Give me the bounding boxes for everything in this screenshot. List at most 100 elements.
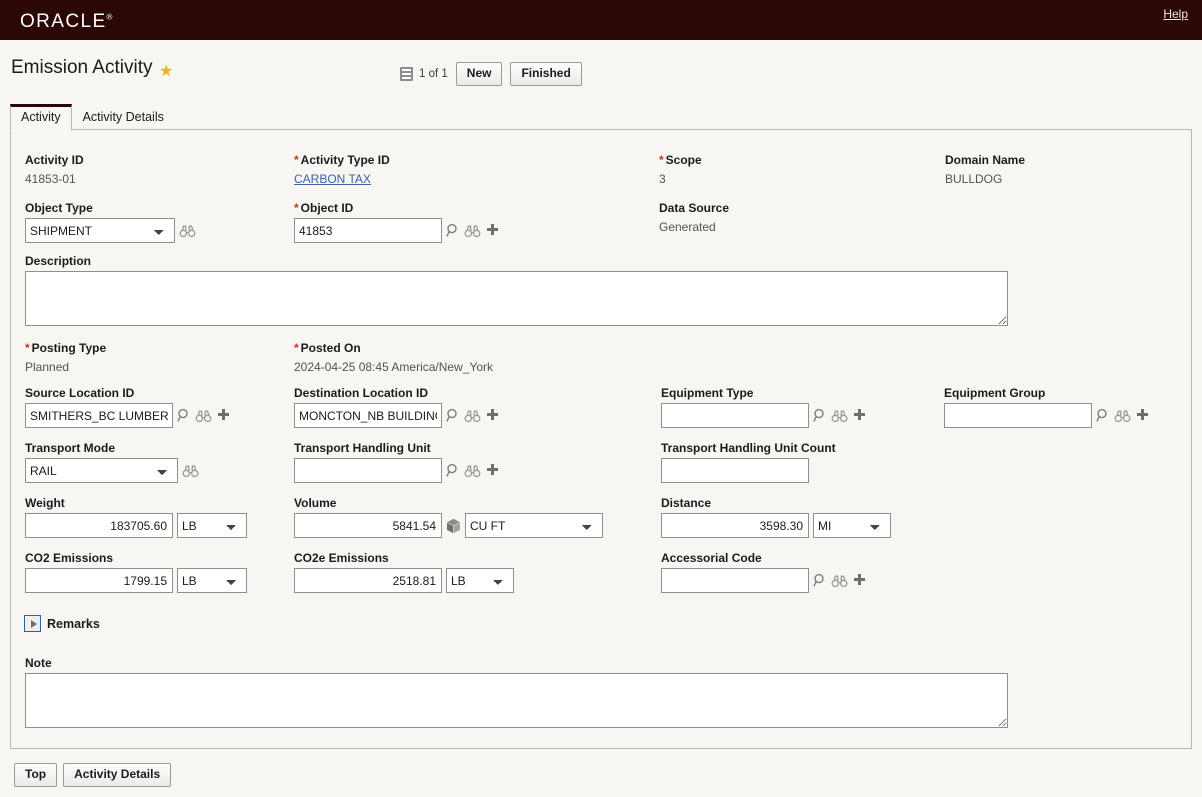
binoculars-icon[interactable] <box>179 224 196 238</box>
transport-mode-select[interactable]: RAIL <box>25 458 178 483</box>
field-scope: * Scope 3 <box>659 153 702 186</box>
plus-icon[interactable] <box>852 573 867 588</box>
binoculars-icon[interactable] <box>464 464 481 478</box>
cube-icon[interactable] <box>446 518 461 534</box>
distance-label: Distance <box>661 496 712 510</box>
application-page: ORACLE® Help Emission Activity ★ 1 of 1 … <box>0 0 1202 797</box>
activity-id-label: Activity ID <box>25 153 84 167</box>
search-icon[interactable] <box>177 408 191 423</box>
equipment-type-control-row <box>661 403 867 428</box>
description-textarea[interactable] <box>25 271 1008 326</box>
top-button[interactable]: Top <box>14 763 58 788</box>
search-icon[interactable] <box>813 408 827 423</box>
search-icon[interactable] <box>813 573 827 588</box>
co2-emissions-uom-select[interactable]: LB <box>177 568 247 593</box>
plus-icon[interactable] <box>485 408 500 423</box>
transport-handling-unit-control-row <box>294 458 500 483</box>
source-location-id-label: Source Location ID <box>25 386 135 400</box>
weight-label: Weight <box>25 496 65 510</box>
activity-id-value: 41853-01 <box>25 172 76 186</box>
object-type-label: Object Type <box>25 201 93 215</box>
thu-count-control-row <box>661 458 836 483</box>
plus-icon[interactable] <box>485 463 500 478</box>
search-icon[interactable] <box>1096 408 1110 423</box>
object-id-control-row <box>294 218 500 243</box>
binoculars-icon[interactable] <box>195 409 212 423</box>
required-marker: * <box>294 341 299 355</box>
remarks-disclosure-toggle[interactable] <box>24 615 41 632</box>
required-marker: * <box>294 153 299 167</box>
equipment-group-control-row <box>944 403 1150 428</box>
accessorial-code-input[interactable] <box>661 568 809 593</box>
binoculars-icon[interactable] <box>831 574 848 588</box>
volume-input[interactable] <box>294 513 442 538</box>
posted-on-label-text: Posted On <box>300 341 361 355</box>
record-navigation: 1 of 1 New Finished <box>400 62 582 87</box>
search-icon[interactable] <box>446 408 460 423</box>
posted-on-value: 2024-04-25 08:45 America/New_York <box>294 360 494 374</box>
binoculars-icon[interactable] <box>464 224 481 238</box>
equipment-group-label: Equipment Group <box>944 386 1046 400</box>
plus-icon[interactable] <box>1135 408 1150 423</box>
field-description: Description <box>25 254 1008 329</box>
tab-activity[interactable]: Activity <box>10 104 72 131</box>
activity-type-id-link[interactable]: CARBON TAX <box>294 172 371 186</box>
distance-input[interactable] <box>661 513 809 538</box>
field-object-id: * Object ID <box>294 201 500 243</box>
binoculars-icon[interactable] <box>831 409 848 423</box>
object-type-control-row: SHIPMENT <box>25 218 196 243</box>
accessorial-code-label: Accessorial Code <box>661 551 762 565</box>
activity-details-button[interactable]: Activity Details <box>63 763 172 788</box>
oracle-brand-bar: ORACLE® Help <box>0 0 1202 40</box>
note-label: Note <box>25 656 52 670</box>
posted-on-label: * Posted On <box>294 341 493 355</box>
data-source-value: Generated <box>659 220 716 234</box>
list-view-icon[interactable] <box>400 67 413 82</box>
field-posting-type: * Posting Type Planned <box>25 341 106 374</box>
volume-uom-select[interactable]: CU FT <box>465 513 603 538</box>
new-button[interactable]: New <box>455 62 503 87</box>
activity-form-panel: Activity ID 41853-01 * Activity Type ID C… <box>10 129 1192 749</box>
plus-icon[interactable] <box>485 223 500 238</box>
field-equipment-group: Equipment Group <box>944 386 1150 428</box>
binoculars-icon[interactable] <box>1114 409 1131 423</box>
source-location-id-input[interactable] <box>25 403 173 428</box>
object-type-select[interactable]: SHIPMENT <box>25 218 175 243</box>
weight-input[interactable] <box>25 513 173 538</box>
co2e-emissions-input[interactable] <box>294 568 442 593</box>
transport-handling-unit-count-input[interactable] <box>661 458 809 483</box>
plus-icon[interactable] <box>216 408 231 423</box>
posting-type-label: * Posting Type <box>25 341 106 355</box>
object-id-label: * Object ID <box>294 201 500 215</box>
plus-icon[interactable] <box>852 408 867 423</box>
co2-emissions-input[interactable] <box>25 568 173 593</box>
equipment-type-input[interactable] <box>661 403 809 428</box>
search-icon[interactable] <box>446 223 460 238</box>
field-domain-name: Domain Name BULLDOG <box>945 153 1025 186</box>
transport-handling-unit-input[interactable] <box>294 458 442 483</box>
field-note: Note <box>25 656 1008 731</box>
binoculars-icon[interactable] <box>464 409 481 423</box>
remarks-section: Remarks <box>24 615 100 632</box>
help-link[interactable]: Help <box>1163 7 1188 21</box>
weight-uom-select[interactable]: LB <box>177 513 247 538</box>
note-textarea[interactable] <box>25 673 1008 728</box>
distance-uom-select[interactable]: MI <box>813 513 891 538</box>
transport-mode-control-row: RAIL <box>25 458 199 483</box>
star-icon[interactable]: ★ <box>159 64 173 80</box>
posting-type-label-text: Posting Type <box>31 341 107 355</box>
scope-label-text: Scope <box>665 153 702 167</box>
object-id-input[interactable] <box>294 218 442 243</box>
binoculars-icon[interactable] <box>182 464 199 478</box>
scope-label: * Scope <box>659 153 702 167</box>
finished-button[interactable]: Finished <box>510 62 582 87</box>
equipment-group-input[interactable] <box>944 403 1092 428</box>
tab-activity-details[interactable]: Activity Details <box>72 104 175 131</box>
co2e-emissions-uom-select[interactable]: LB <box>446 568 514 593</box>
destination-location-id-input[interactable] <box>294 403 442 428</box>
distance-control-row: MI <box>661 513 891 538</box>
search-icon[interactable] <box>446 463 460 478</box>
field-data-source: Data Source Generated <box>659 201 729 234</box>
activity-type-id-label-text: Activity Type ID <box>300 153 390 167</box>
field-co2-emissions: CO2 Emissions LB <box>25 551 247 593</box>
